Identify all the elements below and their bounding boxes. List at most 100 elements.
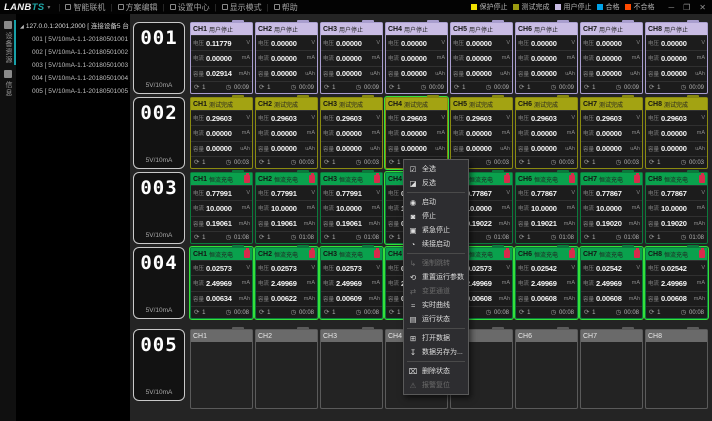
context-menu-item-open-data[interactable]: ⊞打开数据: [404, 331, 468, 345]
menu-item-display-mode[interactable]: 显示模式: [220, 2, 264, 13]
channel-card[interactable]: CH3: [320, 329, 383, 409]
chevron-down-icon[interactable]: ▾: [47, 4, 50, 11]
device-card[interactable]: 0015V/10mA: [133, 22, 185, 94]
channel-card[interactable]: CH1恒流充电电压0.02573V电流2.49969mA容量0.00634mAh…: [190, 247, 253, 319]
capacity-unit: mAh: [369, 221, 380, 227]
context-menu-item-delete-status[interactable]: ⌧删除状态: [404, 364, 468, 378]
current-unit: mA: [242, 280, 250, 286]
channel-status: 用户停止: [469, 25, 510, 34]
channel-card[interactable]: CH6测试完成电压0.29603V电流0.00000mA容量0.00000uAh…: [515, 97, 578, 169]
channel-card[interactable]: CH6恒流充电电压0.77867V电流10.0000mA容量0.19021mAh…: [515, 172, 578, 244]
voltage-label: 电压: [323, 39, 334, 47]
loop-icon: ⟳: [324, 309, 329, 316]
voltage-unit: V: [376, 265, 380, 271]
channel-card[interactable]: CH6用户停止电压0.00000V电流0.00000mA容量0.00000uAh…: [515, 22, 578, 94]
context-menu-item-emergency-stop[interactable]: ▣紧急停止: [404, 223, 468, 237]
menu-item-smart-link[interactable]: 智能联机: [63, 2, 107, 13]
loop-count: ⟳ 1: [584, 83, 595, 91]
battery-terminal-nub: [622, 245, 634, 248]
loop-icon: ⟳: [259, 159, 264, 166]
context-menu-item-save-data-as[interactable]: ↧数据另存为...: [404, 345, 468, 359]
channel-card[interactable]: CH3测试完成电压0.29603V电流0.00000mA容量0.00000uAh…: [320, 97, 383, 169]
channel-card[interactable]: CH2恒流充电电压0.77991V电流10.0000mA容量0.19061mAh…: [255, 172, 318, 244]
menu-item-help[interactable]: 帮助: [272, 2, 300, 13]
channel-card[interactable]: CH6: [515, 329, 578, 409]
channel-header: CH2用户停止: [256, 23, 317, 35]
channel-card[interactable]: CH7: [580, 329, 643, 409]
menu-item-settings-center[interactable]: 设置中心: [168, 2, 212, 13]
capacity-row: 容量0.19061mAh: [321, 216, 382, 231]
tree-device-item[interactable]: 005 [ 5V/10mA-1.1-20180501005 ]: [20, 85, 130, 98]
channel-card[interactable]: CH1恒流充电电压0.77991V电流10.0000mA容量0.19061mAh…: [190, 172, 253, 244]
legend-label: 不合格: [633, 2, 654, 12]
channel-card[interactable]: CH4用户停止电压0.00000V电流0.00000mA容量0.00000uAh…: [385, 22, 448, 94]
channel-card[interactable]: CH1测试完成电压0.29603V电流0.00000mA容量0.00000uAh…: [190, 97, 253, 169]
minimize-button[interactable]: ─: [668, 3, 674, 12]
tree-expand-icon[interactable]: ◢: [20, 24, 24, 30]
context-menu-item-stop[interactable]: ◙停止: [404, 209, 468, 223]
context-menu-item-invert-selection[interactable]: ◪反选: [404, 176, 468, 190]
channel-card[interactable]: CH3恒流充电电压0.02573V电流2.49969mA容量0.00609mAh…: [320, 247, 383, 319]
menu-item-plan-edit[interactable]: 方案编辑: [116, 2, 160, 13]
channel-footer: ⟳ 1◷ 01:08: [256, 231, 317, 243]
channel-header: CH8恒流充电: [646, 173, 707, 185]
channel-card[interactable]: CH7测试完成电压0.29603V电流0.00000mA容量0.00000uAh…: [580, 97, 643, 169]
voltage-unit: V: [571, 40, 575, 46]
battery-terminal-nub: [687, 245, 699, 248]
channel-card[interactable]: CH7恒流充电电压0.77867V电流10.0000mA容量0.19020mAh…: [580, 172, 643, 244]
channel-name: CH1: [193, 101, 207, 108]
channel-card[interactable]: CH8用户停止电压0.00000V电流0.00000mA容量0.00000uAh…: [645, 22, 708, 94]
voltage-value: 0.29603: [271, 114, 311, 123]
channel-card[interactable]: CH2: [255, 329, 318, 409]
current-unit: mA: [437, 55, 445, 61]
current-value: 10.0000: [661, 204, 697, 213]
channel-card[interactable]: CH8测试完成电压0.29603V电流0.00000mA容量0.00000uAh…: [645, 97, 708, 169]
device-card[interactable]: 0055V/10mA: [133, 329, 185, 401]
content-area: 设备资源信息 ◢127.0.0.1:2001,2000 [ 连接设备5 台 ] …: [0, 14, 712, 421]
tree-device-item[interactable]: 002 [ 5V/10mA-1.1-20180501002 ]: [20, 46, 130, 59]
channel-card[interactable]: CH1: [190, 329, 253, 409]
channel-card[interactable]: CH5用户停止电压0.00000V电流0.00000mA容量0.00000uAh…: [450, 22, 513, 94]
channel-card[interactable]: CH1用户停止电压0.11779V电流0.00000mA容量0.02914mAh…: [190, 22, 253, 94]
channel-card[interactable]: CH7用户停止电压0.00000V电流0.00000mA容量0.00000uAh…: [580, 22, 643, 94]
channel-card[interactable]: CH8: [645, 329, 708, 409]
tree-device-item[interactable]: 003 [ 5V/10mA-1.1-20180501003 ]: [20, 59, 130, 72]
loop-icon: ⟳: [389, 234, 394, 241]
loop-count: ⟳ 1: [519, 83, 530, 91]
tree-device-item[interactable]: 001 [ 5V/10mA-1.1-20180501001 ]: [20, 33, 130, 46]
channel-card[interactable]: CH8恒流充电电压0.02542V电流2.49969mA容量0.00608mAh…: [645, 247, 708, 319]
voltage-row: 电压0.02542V: [516, 260, 577, 275]
tree-device-item[interactable]: 004 [ 5V/10mA-1.1-20180501004 ]: [20, 72, 130, 85]
resume-start-icon: ◔: [407, 240, 419, 249]
channel-card[interactable]: CH2测试完成电压0.29603V电流0.00000mA容量0.00000uAh…: [255, 97, 318, 169]
device-card[interactable]: 0035V/10mA: [133, 172, 185, 244]
context-menu-item-resume-start[interactable]: ◔续接启动: [404, 237, 468, 251]
context-menu-item-run-status[interactable]: ▤运行状态: [404, 312, 468, 326]
close-button[interactable]: ✕: [699, 3, 706, 12]
tree-root-node[interactable]: ◢127.0.0.1:2001,2000 [ 连接设备5 台 ]: [20, 20, 130, 30]
context-menu-item-select-all[interactable]: ☑全选: [404, 162, 468, 176]
elapsed-time: ◷ 01:08: [356, 233, 379, 241]
voltage-row: 电压0.77991V: [321, 185, 382, 200]
channel-card[interactable]: CH2恒流充电电压0.02573V电流2.49969mA容量0.00622mAh…: [255, 247, 318, 319]
maximize-button[interactable]: ❐: [683, 3, 690, 12]
channel-card[interactable]: CH6恒流充电电压0.02542V电流2.49969mA容量0.00608mAh…: [515, 247, 578, 319]
current-value: 10.0000: [466, 204, 502, 213]
channel-card[interactable]: CH7恒流充电电压0.02542V电流2.49969mA容量0.00608mAh…: [580, 247, 643, 319]
channel-card[interactable]: CH2用户停止电压0.00000V电流0.00000mA容量0.00000uAh…: [255, 22, 318, 94]
channel-card[interactable]: CH3恒流充电电压0.77991V电流10.0000mA容量0.19061mAh…: [320, 172, 383, 244]
context-menu-item-realtime-curve[interactable]: ≈实时曲线: [404, 298, 468, 312]
context-menu-item-start[interactable]: ◉启动: [404, 195, 468, 209]
sidebar-tab-device-resource[interactable]: 设备资源: [0, 18, 16, 67]
clock-icon: ◷: [486, 309, 492, 316]
sidebar-tab-info[interactable]: 信息: [0, 67, 16, 100]
voltage-label: 电压: [388, 39, 399, 47]
channel-card[interactable]: CH3用户停止电压0.00000V电流0.00000mA容量0.00000uAh…: [320, 22, 383, 94]
device-card[interactable]: 0045V/10mA: [133, 247, 185, 319]
channel-name: CH3: [323, 251, 337, 258]
context-menu-item-reset-run-params[interactable]: ⟲重置运行参数: [404, 270, 468, 284]
device-card[interactable]: 0025V/10mA: [133, 97, 185, 169]
context-menu-label: 删除状态: [422, 366, 450, 376]
battery-charging-icon: [569, 250, 575, 258]
channel-card[interactable]: CH8恒流充电电压0.77867V电流10.0000mA容量0.19020mAh…: [645, 172, 708, 244]
